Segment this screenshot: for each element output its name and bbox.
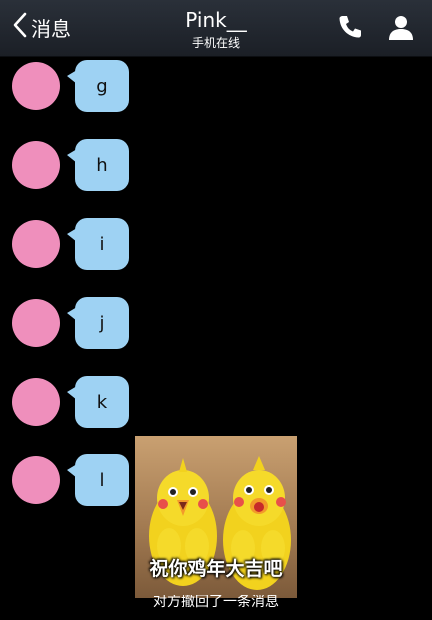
sticker-caption: 祝你鸡年大吉吧 bbox=[149, 558, 283, 580]
message-bubble[interactable]: h bbox=[67, 139, 129, 191]
sticker-image[interactable]: 祝你鸡年大吉吧 bbox=[135, 436, 297, 598]
avatar[interactable] bbox=[12, 141, 60, 189]
contact-status: 手机在线 bbox=[191, 36, 240, 50]
avatar[interactable] bbox=[12, 299, 60, 347]
avatar[interactable] bbox=[12, 456, 60, 504]
avatar[interactable] bbox=[12, 62, 60, 110]
avatar[interactable] bbox=[12, 220, 60, 268]
message-bubble[interactable]: i bbox=[67, 218, 129, 270]
message-text: l bbox=[99, 469, 105, 491]
message-bubble[interactable]: j bbox=[67, 297, 129, 349]
message-bubble[interactable]: l bbox=[67, 454, 129, 506]
chat-header: 消息 Pink__ 手机在线 bbox=[0, 0, 432, 57]
phone-icon[interactable] bbox=[336, 13, 364, 41]
message-text: i bbox=[99, 233, 105, 255]
message-row: i bbox=[0, 218, 200, 280]
message-row: k bbox=[0, 376, 200, 438]
message-row: h bbox=[0, 139, 200, 201]
message-text: j bbox=[99, 312, 105, 334]
avatar[interactable] bbox=[12, 378, 60, 426]
contact-name: Pink__ bbox=[185, 8, 247, 32]
message-text: k bbox=[96, 391, 108, 413]
contact-profile-icon[interactable] bbox=[386, 12, 416, 42]
message-text: h bbox=[96, 154, 108, 176]
message-row: g bbox=[0, 60, 200, 122]
message-text: g bbox=[96, 75, 108, 97]
message-row: j bbox=[0, 297, 200, 359]
message-bubble[interactable]: g bbox=[67, 60, 129, 112]
message-bubble[interactable]: k bbox=[67, 376, 129, 428]
